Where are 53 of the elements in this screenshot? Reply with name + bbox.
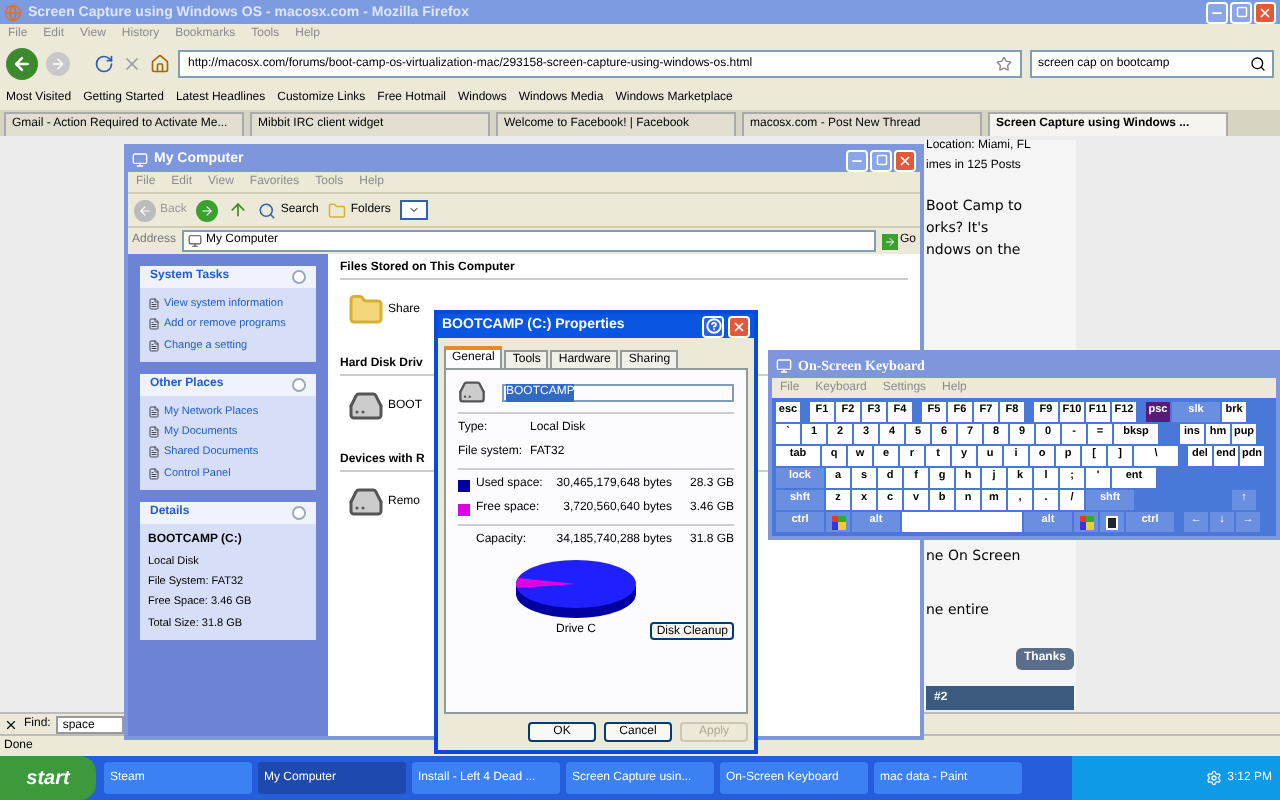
maximize-button[interactable] [1230, 1, 1252, 23]
drive-icon[interactable] [348, 484, 384, 520]
help-button[interactable] [702, 315, 724, 337]
windows-logo-icon [1079, 515, 1093, 529]
caret-icon [408, 204, 421, 216]
task-icon [148, 318, 160, 331]
search-icon [258, 201, 277, 219]
close-icon [732, 319, 746, 333]
task-icon [148, 405, 160, 418]
computer-icon [132, 152, 148, 168]
keyboard-app-icon [776, 358, 792, 374]
home-icon[interactable] [150, 54, 170, 74]
menu-key[interactable] [1100, 512, 1124, 532]
bookmark-star-icon[interactable] [996, 56, 1012, 72]
task-icon [148, 426, 160, 439]
close-icon [898, 153, 912, 167]
task-icon [148, 339, 160, 352]
maximize-button[interactable] [870, 149, 892, 171]
drive-icon [458, 378, 486, 406]
back-arrow-icon [12, 54, 32, 74]
forward-arrow-icon [200, 203, 215, 217]
windows-logo-key[interactable] [1074, 512, 1098, 532]
views-button[interactable] [400, 200, 429, 220]
start-button[interactable]: start [0, 756, 96, 800]
forward-arrow-icon [50, 56, 66, 72]
computer-icon [188, 234, 203, 248]
close-icon [1258, 5, 1272, 19]
search-icon[interactable] [1250, 56, 1266, 72]
close-button[interactable] [1254, 1, 1276, 23]
windows-logo-icon [831, 515, 845, 529]
maximize-icon [1235, 6, 1247, 18]
up-folder-icon[interactable] [228, 200, 249, 220]
minimize-button[interactable] [1206, 1, 1228, 23]
stop-icon[interactable] [122, 54, 142, 74]
close-button[interactable] [728, 315, 750, 337]
close-icon[interactable] [4, 717, 18, 731]
drive-icon[interactable] [348, 388, 384, 424]
pie-chart-drawing [514, 556, 638, 620]
minimize-button[interactable] [846, 149, 868, 171]
reload-icon[interactable] [94, 54, 114, 74]
help-icon [705, 318, 721, 334]
task-icon [148, 467, 160, 480]
folder-icon[interactable] [348, 292, 384, 328]
windows-logo-key[interactable] [826, 512, 850, 532]
forward-button[interactable] [196, 199, 219, 221]
task-icon [148, 298, 160, 311]
folder-icon [328, 201, 347, 219]
browser-icon [4, 3, 22, 21]
maximize-icon [875, 154, 887, 166]
back-button[interactable] [6, 48, 38, 80]
task-icon [148, 446, 160, 459]
close-button[interactable] [894, 149, 916, 171]
tray-icon[interactable] [1205, 770, 1222, 786]
